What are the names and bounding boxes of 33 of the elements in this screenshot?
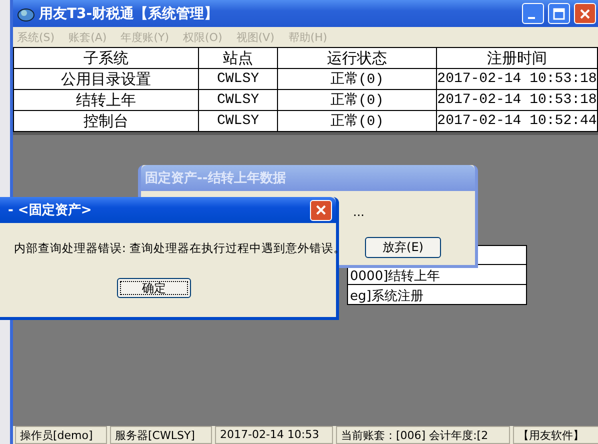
status-cell: 服务器[CWLSY] <box>110 426 212 444</box>
cancel-button[interactable]: 放弃(E) <box>365 237 441 258</box>
table-cell: 正常(0) <box>278 68 436 90</box>
window-title: 用友T3-财税通【系统管理】 <box>39 4 218 22</box>
maximize-button[interactable] <box>548 3 570 24</box>
status-cell: 【用友软件】 <box>513 426 598 444</box>
table-cell: 2017-02-14 10:53:18 <box>436 68 598 90</box>
table-cell: CWLSY <box>198 90 278 110</box>
progress-message: ... <box>353 205 364 219</box>
close-icon <box>315 204 327 216</box>
column-header: 子系统 <box>14 48 198 68</box>
status-cell: 当前账套：[006] 会计年度:[2 <box>336 426 510 444</box>
table-cell: CWLSY <box>198 68 278 90</box>
column-header: 注册时间 <box>436 48 598 68</box>
maximize-icon <box>553 8 565 20</box>
table-cell: 结转上年 <box>14 90 198 110</box>
column-header: 站点 <box>198 48 278 68</box>
table-cell: 正常(0) <box>278 90 436 110</box>
dialog-title: 固定资产--结转上年数据 <box>145 170 286 187</box>
status-cell: 操作员[demo] <box>15 426 107 444</box>
status-cell: 2017-02-14 10:53 <box>215 426 333 444</box>
list-entry: eg]系统注册 <box>347 285 527 305</box>
table-cell: 公用目录设置 <box>14 68 198 90</box>
dialog-title: - <固定资产> <box>8 202 92 219</box>
column-header: 运行状态 <box>278 48 436 68</box>
close-icon <box>579 8 591 20</box>
error-message: 内部查询处理器错误: 查询处理器在执行过程中遇到意外错误。 <box>13 241 346 256</box>
close-button[interactable] <box>574 3 596 24</box>
minimize-icon <box>528 16 534 18</box>
ok-button[interactable]: 确定 <box>117 278 191 298</box>
close-button[interactable] <box>310 200 332 220</box>
minimize-button[interactable] <box>522 3 544 24</box>
table-cell: 2017-02-14 10:53:18 <box>436 90 598 110</box>
